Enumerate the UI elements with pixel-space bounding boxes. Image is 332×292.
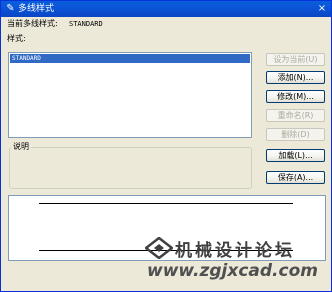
preview-line-bottom [39, 250, 293, 251]
description-groupbox [9, 147, 252, 189]
modify-button[interactable]: 修改(M)... [266, 90, 325, 103]
multiline-style-dialog: ✎ 多线样式 × 当前多线样式: STANDARD 样式: STANDARD 说… [0, 0, 332, 292]
delete-button[interactable]: 删除(D) [266, 128, 325, 141]
title-bar[interactable]: ✎ 多线样式 × [1, 1, 331, 17]
save-button[interactable]: 保存(A)... [266, 171, 325, 184]
load-button[interactable]: 加载(L)... [266, 149, 325, 162]
current-style-value: STANDARD [69, 20, 103, 28]
set-current-button[interactable]: 设为当前(U) [266, 53, 325, 66]
pencil-icon: ✎ [6, 3, 15, 14]
rename-button[interactable]: 重命名(R) [266, 109, 325, 122]
description-label: 说明 [11, 142, 31, 152]
preview-line-top [39, 203, 293, 204]
current-style-label: 当前多线样式: [7, 19, 58, 28]
preview-pane [8, 195, 326, 261]
styles-listbox[interactable]: STANDARD [8, 52, 252, 138]
add-button[interactable]: 添加(N)... [266, 71, 325, 84]
close-button[interactable]: × [316, 3, 328, 15]
watermark-url: www.zgjxcad.com [147, 261, 318, 281]
list-item[interactable]: STANDARD [10, 54, 250, 63]
styles-label: 样式: [7, 34, 26, 43]
window-title: 多线样式 [18, 4, 55, 14]
